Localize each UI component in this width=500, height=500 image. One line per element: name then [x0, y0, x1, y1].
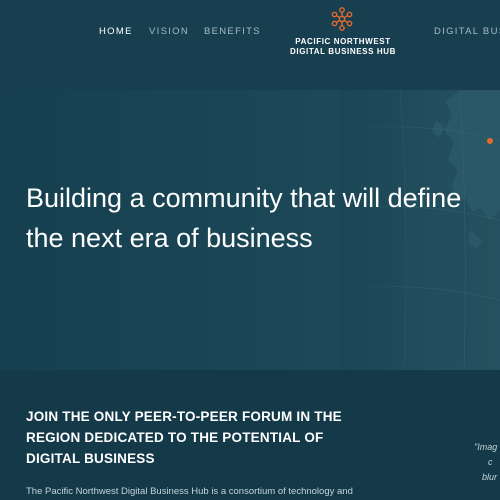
- nav-home-link[interactable]: HOME: [99, 26, 133, 37]
- logo-line-1: PACIFIC NORTHWEST: [295, 37, 391, 46]
- nav-digital-business-link[interactable]: DIGITAL BUSI: [434, 26, 500, 37]
- logo-line-2: DIGITAL BUSINESS HUB: [290, 47, 396, 56]
- caption-line-1: "Imag: [474, 442, 498, 452]
- top-navigation: HOME VISION BENEFITS PACIFIC NORTHWEST D…: [0, 0, 500, 90]
- caption-line-3: blur: [482, 472, 498, 482]
- logo-wordmark[interactable]: PACIFIC NORTHWEST DIGITAL BUSINESS HUB: [283, 37, 403, 57]
- quote-caption: "Imag c blur: [474, 440, 500, 485]
- hero-banner: · · · · · · · · · · Building a community…: [0, 90, 500, 370]
- forum-section: JOIN THE ONLY PEER-TO-PEER FORUM IN THE …: [0, 370, 500, 500]
- forum-heading: JOIN THE ONLY PEER-TO-PEER FORUM IN THE …: [26, 409, 342, 466]
- hub-network-icon[interactable]: [330, 7, 354, 31]
- hero-title: Building a community that will define th…: [26, 183, 462, 253]
- location-dot: [487, 138, 493, 144]
- nav-benefits-link[interactable]: BENEFITS: [204, 26, 261, 37]
- caption-line-2: c: [488, 457, 493, 467]
- nav-vision-link[interactable]: VISION: [149, 26, 189, 37]
- forum-body-text: The Pacific Northwest Digital Business H…: [26, 486, 353, 497]
